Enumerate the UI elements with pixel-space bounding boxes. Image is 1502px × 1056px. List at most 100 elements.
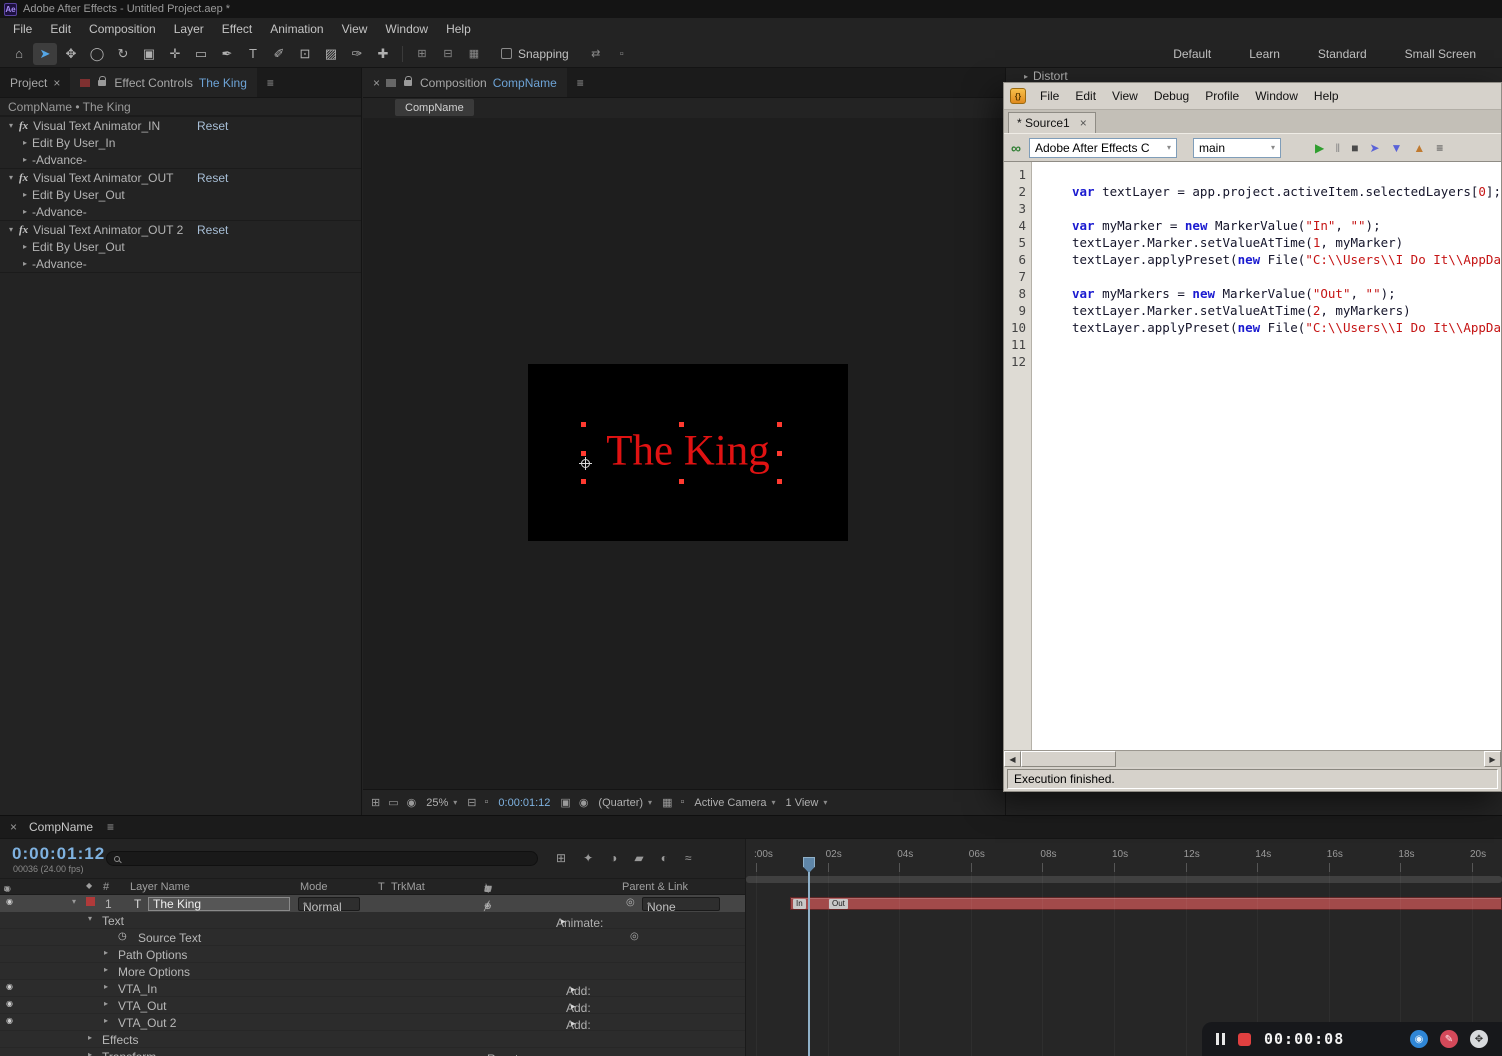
selection-handle[interactable] xyxy=(777,451,782,456)
rotation-tool[interactable]: ↻ xyxy=(111,43,135,65)
code-line[interactable] xyxy=(1072,166,1501,183)
effect-property-row[interactable]: ▸ -Advance- xyxy=(0,151,361,168)
link-icon[interactable]: ∞ xyxy=(1011,140,1021,156)
estk-menu-edit[interactable]: Edit xyxy=(1067,89,1104,103)
pen-tool[interactable]: ✒ xyxy=(215,43,239,65)
step-into-button[interactable]: ▼ xyxy=(1391,141,1403,155)
mask-visibility-icon[interactable]: ▫ xyxy=(610,43,634,65)
layer-marker-in[interactable]: In xyxy=(793,899,806,909)
close-icon[interactable]: × xyxy=(373,76,380,90)
frame-blend-toggle-icon[interactable]: ▰ xyxy=(634,851,643,865)
column-t[interactable]: T xyxy=(378,881,385,893)
menu-view[interactable]: View xyxy=(333,22,377,36)
property-row[interactable]: ◉ ▸ VTA_In Add: ▸ xyxy=(0,980,745,998)
arrow-right-icon[interactable]: ▸ xyxy=(571,1018,576,1029)
menu-layer[interactable]: Layer xyxy=(165,22,213,36)
camera-tool[interactable]: ▣ xyxy=(137,43,161,65)
eraser-tool[interactable]: ▨ xyxy=(319,43,343,65)
type-tool[interactable]: T xyxy=(241,43,265,65)
menu-animation[interactable]: Animation xyxy=(261,22,332,36)
drag-button[interactable]: ✥ xyxy=(1470,1030,1488,1048)
stop-button[interactable]: ■ xyxy=(1351,141,1358,155)
estk-menu-help[interactable]: Help xyxy=(1306,89,1347,103)
twirl-icon[interactable]: ▸ xyxy=(18,207,32,216)
grid-overlay-icon[interactable]: ▦ xyxy=(462,43,486,65)
rectangle-tool[interactable]: ▭ xyxy=(189,43,213,65)
eye-icon[interactable]: ◉ xyxy=(6,897,13,906)
estk-menu-window[interactable]: Window xyxy=(1247,89,1306,103)
code-line[interactable] xyxy=(1072,200,1501,217)
scroll-right-button[interactable]: ▶ xyxy=(1484,751,1501,767)
arrow-right-icon[interactable]: ▸ xyxy=(561,916,566,927)
twirl-icon[interactable]: ▸ xyxy=(18,190,32,199)
estk-menu-file[interactable]: File xyxy=(1032,89,1067,103)
draft-3d-icon[interactable]: ✦ xyxy=(583,851,593,865)
twirl-icon[interactable]: ▸ xyxy=(104,982,108,991)
effect-property-row[interactable]: ▸ -Advance- xyxy=(0,255,361,272)
code-line[interactable]: textLayer.Marker.setValueAtTime(2, myMar… xyxy=(1072,302,1501,319)
roto-brush-tool[interactable]: ✑ xyxy=(345,43,369,65)
guides-icon[interactable]: ▫ xyxy=(485,796,489,809)
close-icon[interactable]: × xyxy=(53,76,60,90)
zoom-tool[interactable]: ◯ xyxy=(85,43,109,65)
camera-select[interactable]: Active Camera ▾ xyxy=(694,797,775,809)
clone-stamp-tool[interactable]: ⊡ xyxy=(293,43,317,65)
twirl-icon[interactable]: ▾ xyxy=(72,897,76,906)
pickwhip-icon[interactable]: ◎ xyxy=(626,897,635,908)
menu-window[interactable]: Window xyxy=(376,22,437,36)
code-line[interactable] xyxy=(1072,336,1501,353)
scroll-left-button[interactable]: ◀ xyxy=(1004,751,1021,767)
view-layout-select[interactable]: 1 View ▾ xyxy=(786,797,828,809)
arrow-right-icon[interactable]: ▸ xyxy=(571,984,576,995)
layer-duration-bar[interactable]: In Out xyxy=(790,897,1502,910)
column-trkmat[interactable]: TrkMat xyxy=(391,881,425,893)
tab-timeline-compname[interactable]: CompName xyxy=(29,820,93,834)
shy-toggle-icon[interactable]: ◑ xyxy=(610,851,617,865)
layer-marker-out[interactable]: Out xyxy=(829,899,848,909)
stop-record-icon[interactable] xyxy=(1238,1032,1251,1046)
canvas-text-layer[interactable]: The King xyxy=(606,426,770,475)
home-icon[interactable]: ⌂ xyxy=(7,43,31,65)
snapping-toggle[interactable]: Snapping xyxy=(501,47,569,61)
selection-handle[interactable] xyxy=(581,451,586,456)
3d-column-icon[interactable]: ◇ xyxy=(484,884,490,893)
twirl-icon[interactable]: ▸ xyxy=(88,1050,92,1056)
effect-property-row[interactable]: ▸ Edit By User_Out xyxy=(0,238,361,255)
workspace-standard[interactable]: Standard xyxy=(1318,47,1367,61)
effect-header-row[interactable]: ▾ fx Visual Text Animator_IN Reset xyxy=(0,117,361,134)
code-editor[interactable]: var textLayer = app.project.activeItem.s… xyxy=(1032,162,1501,750)
eye-icon[interactable]: ◉ xyxy=(6,1016,13,1025)
twirl-icon[interactable]: ▸ xyxy=(104,1016,108,1025)
hand-tool[interactable]: ✥ xyxy=(59,43,83,65)
effect-property-row[interactable]: ▸ -Advance- xyxy=(0,203,361,220)
code-line[interactable] xyxy=(1072,353,1501,370)
property-row[interactable]: ▸ Path Options xyxy=(0,946,745,963)
twirl-icon[interactable]: ▾ xyxy=(4,225,18,234)
workspace-learn[interactable]: Learn xyxy=(1249,47,1280,61)
scope-select[interactable]: main ▾ xyxy=(1192,137,1281,158)
menu-file[interactable]: File xyxy=(4,22,41,36)
label-column-icon[interactable]: ◆ xyxy=(86,881,92,890)
selection-handle[interactable] xyxy=(581,479,586,484)
selection-handle[interactable] xyxy=(777,422,782,427)
estk-menu-profile[interactable]: Profile xyxy=(1197,89,1247,103)
code-line[interactable]: var textLayer = app.project.activeItem.s… xyxy=(1072,183,1501,200)
twirl-icon[interactable]: ▸ xyxy=(18,138,32,147)
property-row[interactable]: ◉ ▸ VTA_Out 2 Add: ▸ xyxy=(0,1014,745,1032)
camera-button[interactable]: ◉ xyxy=(1410,1030,1428,1048)
parent-select[interactable]: None ▾ xyxy=(642,897,720,914)
effect-property-row[interactable]: ▸ Edit By User_Out xyxy=(0,186,361,203)
channels-icon[interactable]: ◉ xyxy=(407,796,417,809)
twirl-icon[interactable]: ▸ xyxy=(104,948,108,957)
workspace-default[interactable]: Default xyxy=(1173,47,1211,61)
composition-canvas[interactable]: The King xyxy=(528,364,848,541)
column-layer-name[interactable]: Layer Name xyxy=(130,881,190,893)
blend-mode-select[interactable]: Normal ▾ xyxy=(298,897,360,914)
code-line[interactable] xyxy=(1072,268,1501,285)
tab-source1[interactable]: * Source1 × xyxy=(1008,112,1096,133)
property-row[interactable]: ▾ Text Animate: ▸ xyxy=(0,912,745,930)
code-line[interactable]: var myMarker = new MarkerValue("In", "")… xyxy=(1072,217,1501,234)
column-mode[interactable]: Mode xyxy=(300,881,328,893)
property-row[interactable]: ◉ ▸ VTA_Out Add: ▸ xyxy=(0,997,745,1015)
pan-behind-tool[interactable]: ✛ xyxy=(163,43,187,65)
